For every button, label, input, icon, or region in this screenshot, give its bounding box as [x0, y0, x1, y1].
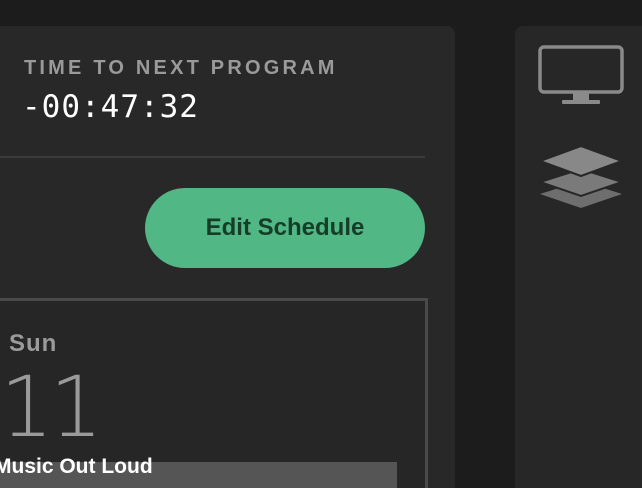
layers-icon-graphic — [536, 144, 626, 208]
program-title: Music Out Loud — [0, 455, 153, 478]
divider — [0, 156, 425, 158]
app-window: TIME TO NEXT PROGRAM -00:47:32 Edit Sche… — [0, 0, 642, 488]
day-name: Sun — [9, 330, 58, 357]
monitor-icon[interactable] — [538, 45, 624, 107]
countdown-timer: -00:47:32 — [22, 89, 199, 125]
monitor-icon-graphic — [538, 45, 624, 104]
day-number: 11 — [0, 358, 103, 456]
countdown-label: TIME TO NEXT PROGRAM — [24, 57, 338, 79]
layers-icon[interactable] — [536, 144, 626, 213]
edit-schedule-button[interactable]: Edit Schedule — [145, 188, 425, 268]
